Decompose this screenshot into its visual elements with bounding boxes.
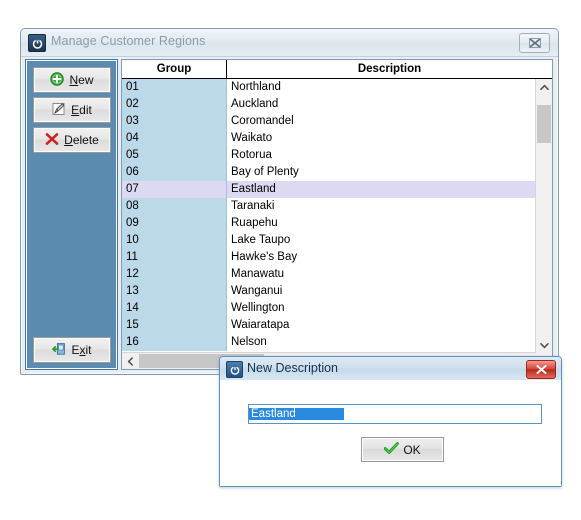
- new-button-label: New: [69, 73, 94, 87]
- power-app-icon: [28, 34, 46, 52]
- power-app-icon: [226, 361, 243, 378]
- cell-description: Auckland: [227, 96, 536, 113]
- cell-group: 13: [122, 283, 227, 300]
- dialog-body: Eastland OK: [220, 380, 561, 486]
- red-x-icon: [45, 132, 59, 149]
- cell-description: Coromandel: [227, 113, 536, 130]
- action-panel: New Edit Delete Exit: [25, 59, 118, 370]
- cell-description: Ruapehu: [227, 215, 536, 232]
- window-close-button[interactable]: [519, 33, 550, 53]
- cell-group: 03: [122, 113, 227, 130]
- cell-group: 05: [122, 147, 227, 164]
- grid-header-row: Group Description: [122, 60, 552, 79]
- exit-button-label: Exit: [71, 343, 92, 357]
- pencil-pad-icon: [52, 102, 66, 119]
- cell-description: Eastland: [227, 181, 536, 198]
- cell-description: Nelson: [227, 334, 536, 351]
- table-row[interactable]: 11 Hawke's Bay: [122, 249, 536, 266]
- table-row[interactable]: 14 Wellington: [122, 300, 536, 317]
- cell-description: Wellington: [227, 300, 536, 317]
- table-row[interactable]: 05 Rotorua: [122, 147, 536, 164]
- table-row[interactable]: 15 Waiaratapa: [122, 317, 536, 334]
- cell-description: Hawke's Bay: [227, 249, 536, 266]
- description-input[interactable]: Eastland: [248, 404, 542, 424]
- edit-button[interactable]: Edit: [33, 97, 111, 123]
- table-row[interactable]: 09 Ruapehu: [122, 215, 536, 232]
- table-row[interactable]: 06 Bay of Plenty: [122, 164, 536, 181]
- cell-description: Manawatu: [227, 266, 536, 283]
- grid-rows[interactable]: 01 Northland 02 Auckland 03 Coromandel 04 Waika…: [122, 79, 536, 353]
- cell-group: 14: [122, 300, 227, 317]
- cell-description: Northland: [227, 79, 536, 96]
- manage-customer-regions-window: Manage Customer Regions New Edit Delete …: [20, 28, 559, 375]
- new-description-dialog: New Description Eastland OK: [219, 356, 562, 487]
- cell-group: 16: [122, 334, 227, 351]
- close-icon: [528, 38, 541, 48]
- cell-group: 02: [122, 96, 227, 113]
- table-row[interactable]: 04 Waikato: [122, 130, 536, 147]
- cell-description: Waiaratapa: [227, 317, 536, 334]
- screen: Manage Customer Regions New Edit Delete …: [0, 0, 581, 520]
- cell-group: 04: [122, 130, 227, 147]
- ok-button[interactable]: OK: [361, 437, 444, 462]
- cell-description: Wanganui: [227, 283, 536, 300]
- cell-group: 09: [122, 215, 227, 232]
- dialog-close-button[interactable]: [526, 360, 556, 379]
- scroll-up-button[interactable]: [536, 79, 552, 95]
- column-header-description[interactable]: Description: [227, 60, 552, 78]
- exit-door-green-icon: [52, 342, 66, 359]
- cell-group: 06: [122, 164, 227, 181]
- vertical-scrollbar[interactable]: [535, 79, 552, 353]
- dialog-title: New Description: [247, 361, 339, 375]
- table-row[interactable]: 10 Lake Taupo: [122, 232, 536, 249]
- table-row[interactable]: 01 Northland: [122, 79, 536, 96]
- chevron-up-icon: [539, 84, 549, 90]
- cell-group: 07: [122, 181, 227, 198]
- green-check-icon: [384, 441, 400, 458]
- cell-description: Taranaki: [227, 198, 536, 215]
- window-titlebar[interactable]: Manage Customer Regions: [21, 29, 558, 57]
- edit-button-label: Edit: [71, 103, 92, 117]
- window-title: Manage Customer Regions: [51, 34, 206, 48]
- scroll-left-button[interactable]: [122, 353, 138, 369]
- new-button[interactable]: New: [33, 67, 111, 93]
- exit-button[interactable]: Exit: [33, 337, 111, 363]
- window-body: New Edit Delete Exit Group Description 0…: [21, 56, 558, 374]
- table-row[interactable]: 12 Manawatu: [122, 266, 536, 283]
- cell-description: Rotorua: [227, 147, 536, 164]
- cell-group: 12: [122, 266, 227, 283]
- table-row[interactable]: 08 Taranaki: [122, 198, 536, 215]
- table-row[interactable]: 03 Coromandel: [122, 113, 536, 130]
- description-input-value: Eastland: [249, 408, 344, 420]
- cell-group: 15: [122, 317, 227, 334]
- table-row[interactable]: 02 Auckland: [122, 96, 536, 113]
- cell-group: 11: [122, 249, 227, 266]
- vertical-scrollbar-thumb[interactable]: [537, 105, 551, 143]
- cell-description: Lake Taupo: [227, 232, 536, 249]
- cell-description: Waikato: [227, 130, 536, 147]
- ok-button-label: OK: [403, 442, 421, 457]
- column-header-group[interactable]: Group: [122, 60, 227, 78]
- cell-group: 01: [122, 79, 227, 96]
- cell-description: Bay of Plenty: [227, 164, 536, 181]
- cell-group: 10: [122, 232, 227, 249]
- table-row[interactable]: 13 Wanganui: [122, 283, 536, 300]
- plus-circle-green-icon: [50, 71, 65, 89]
- dialog-titlebar[interactable]: New Description: [220, 357, 561, 381]
- scroll-down-button[interactable]: [536, 337, 552, 353]
- chevron-down-icon: [539, 342, 549, 348]
- chevron-left-icon: [127, 356, 133, 366]
- delete-button-label: Delete: [64, 133, 99, 147]
- table-row[interactable]: 16 Nelson: [122, 334, 536, 351]
- table-row[interactable]: 07 Eastland: [122, 181, 536, 198]
- cell-group: 08: [122, 198, 227, 215]
- delete-button[interactable]: Delete: [33, 127, 111, 153]
- regions-grid: Group Description 01 Northland 02 Auckland 0…: [121, 59, 553, 370]
- close-icon: [535, 365, 547, 374]
